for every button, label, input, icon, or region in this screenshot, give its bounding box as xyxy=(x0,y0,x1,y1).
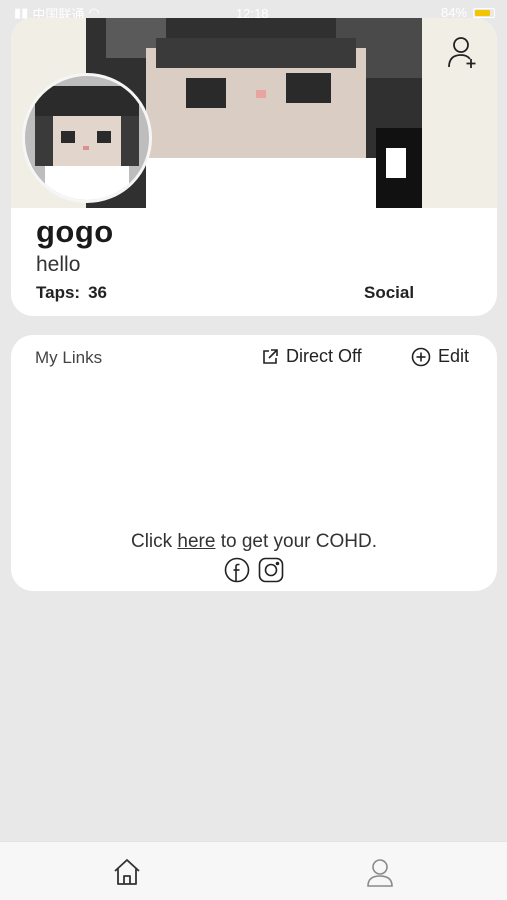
tab-home[interactable] xyxy=(111,856,143,888)
profile-icon xyxy=(367,859,393,887)
battery-icon xyxy=(473,7,495,18)
cohd-link[interactable]: here xyxy=(177,531,215,552)
taps-value: 36 xyxy=(88,283,107,302)
user-plus-icon xyxy=(448,37,476,68)
instagram-icon[interactable] xyxy=(258,557,284,583)
profile-card: gogo hello Taps: 36 Social xyxy=(11,18,497,316)
cohd-prompt: Click here to get your COHD. xyxy=(11,531,497,553)
direct-toggle-button[interactable]: Direct Off xyxy=(261,346,362,367)
tab-profile[interactable] xyxy=(364,856,396,888)
facebook-icon[interactable] xyxy=(224,557,250,583)
home-icon xyxy=(114,859,140,885)
battery-fill xyxy=(475,9,491,16)
bio: hello xyxy=(36,253,81,276)
cohd-prefix: Click xyxy=(130,531,173,552)
add-friend-button[interactable] xyxy=(445,34,481,70)
tab-bar xyxy=(0,841,507,900)
taps-label: Taps: xyxy=(36,283,81,302)
edit-label: Edit xyxy=(438,346,470,366)
direct-label: Direct Off xyxy=(286,346,362,366)
taps-count: Taps: 36 xyxy=(36,283,107,303)
social-icons xyxy=(11,557,497,583)
links-card: My Links Direct Off Edit Click here to g… xyxy=(11,335,497,591)
social-button[interactable]: Social xyxy=(364,283,414,303)
external-link-icon xyxy=(263,348,278,364)
avatar[interactable] xyxy=(22,73,152,203)
app-screen: ▮▮ 中国联通 ◠ 12:18 84% gogo hello Taps: 36 … xyxy=(0,0,507,900)
username: gogo xyxy=(36,214,114,249)
cohd-suffix: to get your COHD. xyxy=(220,531,378,552)
edit-button[interactable]: Edit xyxy=(411,346,469,367)
plus-circle-icon xyxy=(411,347,431,366)
links-title: My Links xyxy=(35,348,103,367)
